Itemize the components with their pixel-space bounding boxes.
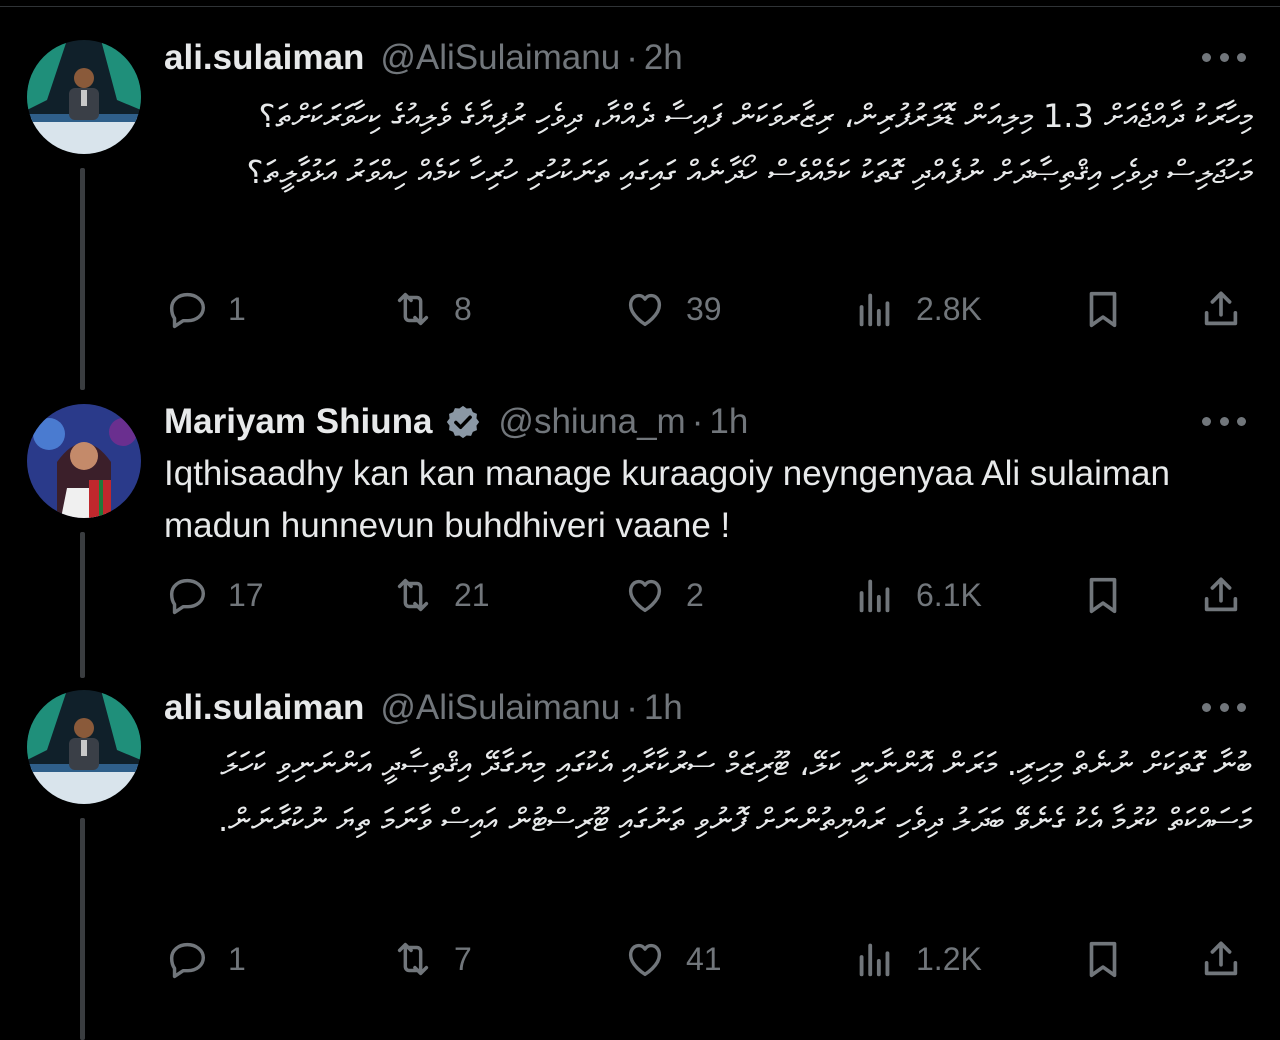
share-button[interactable] bbox=[1198, 570, 1244, 620]
bookmark-icon bbox=[1089, 941, 1117, 978]
timestamp[interactable]: 1h bbox=[644, 688, 683, 728]
like-count: 39 bbox=[686, 290, 722, 327]
more-icon[interactable] bbox=[1202, 700, 1246, 714]
views-icon bbox=[859, 579, 890, 613]
user-handle[interactable]: @AliSulaimanu bbox=[380, 38, 620, 78]
views-count: 6.1K bbox=[916, 576, 982, 613]
share-icon bbox=[1204, 291, 1238, 326]
like-icon bbox=[628, 293, 662, 327]
views-icon bbox=[859, 943, 890, 977]
repost-button[interactable]: 21 bbox=[390, 570, 490, 620]
avatar[interactable] bbox=[27, 404, 141, 518]
tweet[interactable]: ali.sulaiman @AliSulaimanu · 2h މިހާރަކު… bbox=[0, 0, 1280, 380]
bookmark-icon bbox=[1089, 291, 1117, 328]
reply-icon bbox=[169, 942, 206, 979]
views-button[interactable]: 6.1K bbox=[852, 570, 982, 620]
bookmark-button[interactable] bbox=[1080, 570, 1126, 620]
separator-dot: · bbox=[626, 38, 638, 77]
reply-icon bbox=[169, 578, 206, 615]
action-bar: 17 21 2 6.1K bbox=[164, 570, 1254, 620]
views-count: 1.2K bbox=[916, 940, 982, 977]
tweet-header: ali.sulaiman @AliSulaimanu · 2h bbox=[164, 36, 683, 80]
avatar[interactable] bbox=[27, 690, 141, 804]
tweet[interactable]: Mariyam Shiuna @shiuna_m · 1h Iqthisaadh… bbox=[0, 380, 1280, 680]
share-icon bbox=[1204, 577, 1238, 612]
tweet-header: Mariyam Shiuna @shiuna_m · 1h bbox=[164, 400, 748, 444]
like-icon bbox=[628, 943, 662, 977]
views-icon bbox=[859, 293, 890, 327]
share-icon bbox=[1204, 941, 1238, 976]
tweet-text: ބުނާ ގޮތަކަށް ނުނެތް މިހިރީ. މަރަން އޮން… bbox=[217, 745, 1252, 839]
repost-count: 7 bbox=[454, 940, 472, 977]
bookmark-icon bbox=[1089, 577, 1117, 614]
like-icon bbox=[628, 579, 662, 613]
reply-button[interactable]: 1 bbox=[164, 284, 246, 334]
repost-button[interactable]: 8 bbox=[390, 284, 472, 334]
repost-button[interactable]: 7 bbox=[390, 934, 472, 984]
repost-icon bbox=[397, 942, 429, 976]
tweet-text: މިހާރަކު ދާއްޖެއަށް 1.3 މިލިއަން ޑޮލަރުފ… bbox=[246, 97, 1252, 191]
views-button[interactable]: 2.8K bbox=[852, 284, 982, 334]
reply-count: 17 bbox=[228, 576, 264, 613]
repost-icon bbox=[397, 292, 429, 326]
tweet-text: Iqthisaadhy kan kan manage kuraagoiy ney… bbox=[164, 454, 1170, 545]
user-handle[interactable]: @AliSulaimanu bbox=[380, 688, 620, 728]
repost-count: 21 bbox=[454, 576, 490, 613]
action-bar: 1 8 39 2.8K bbox=[164, 284, 1254, 334]
separator-dot: · bbox=[691, 402, 704, 441]
timestamp[interactable]: 2h bbox=[644, 38, 683, 78]
like-button[interactable]: 2 bbox=[622, 570, 704, 620]
tweet[interactable]: ali.sulaiman @AliSulaimanu · 1h ބުނާ ގޮތ… bbox=[0, 680, 1280, 1040]
like-count: 41 bbox=[686, 940, 722, 977]
more-icon[interactable] bbox=[1202, 414, 1246, 428]
display-name[interactable]: Mariyam Shiuna bbox=[164, 402, 432, 442]
timestamp[interactable]: 1h bbox=[709, 402, 748, 442]
more-icon[interactable] bbox=[1202, 50, 1246, 64]
bookmark-button[interactable] bbox=[1080, 934, 1126, 984]
like-button[interactable]: 41 bbox=[622, 934, 722, 984]
reply-count: 1 bbox=[228, 290, 246, 327]
views-count: 2.8K bbox=[916, 290, 982, 327]
reply-icon bbox=[169, 292, 206, 329]
reply-button[interactable]: 1 bbox=[164, 934, 246, 984]
reply-count: 1 bbox=[228, 940, 246, 977]
views-button[interactable]: 1.2K bbox=[852, 934, 982, 984]
action-bar: 1 7 41 1.2K bbox=[164, 934, 1254, 984]
display-name[interactable]: ali.sulaiman bbox=[164, 688, 364, 728]
tweet-header: ali.sulaiman @AliSulaimanu · 1h bbox=[164, 686, 683, 730]
repost-count: 8 bbox=[454, 290, 472, 327]
share-button[interactable] bbox=[1198, 934, 1244, 984]
verified-icon bbox=[447, 405, 480, 439]
user-handle[interactable]: @shiuna_m bbox=[498, 402, 685, 442]
like-button[interactable]: 39 bbox=[622, 284, 722, 334]
bookmark-button[interactable] bbox=[1080, 284, 1126, 334]
repost-icon bbox=[397, 578, 429, 612]
separator-dot: · bbox=[626, 688, 638, 727]
share-button[interactable] bbox=[1198, 284, 1244, 334]
reply-button[interactable]: 17 bbox=[164, 570, 264, 620]
display-name[interactable]: ali.sulaiman bbox=[164, 38, 364, 78]
like-count: 2 bbox=[686, 576, 704, 613]
avatar[interactable] bbox=[27, 40, 141, 154]
